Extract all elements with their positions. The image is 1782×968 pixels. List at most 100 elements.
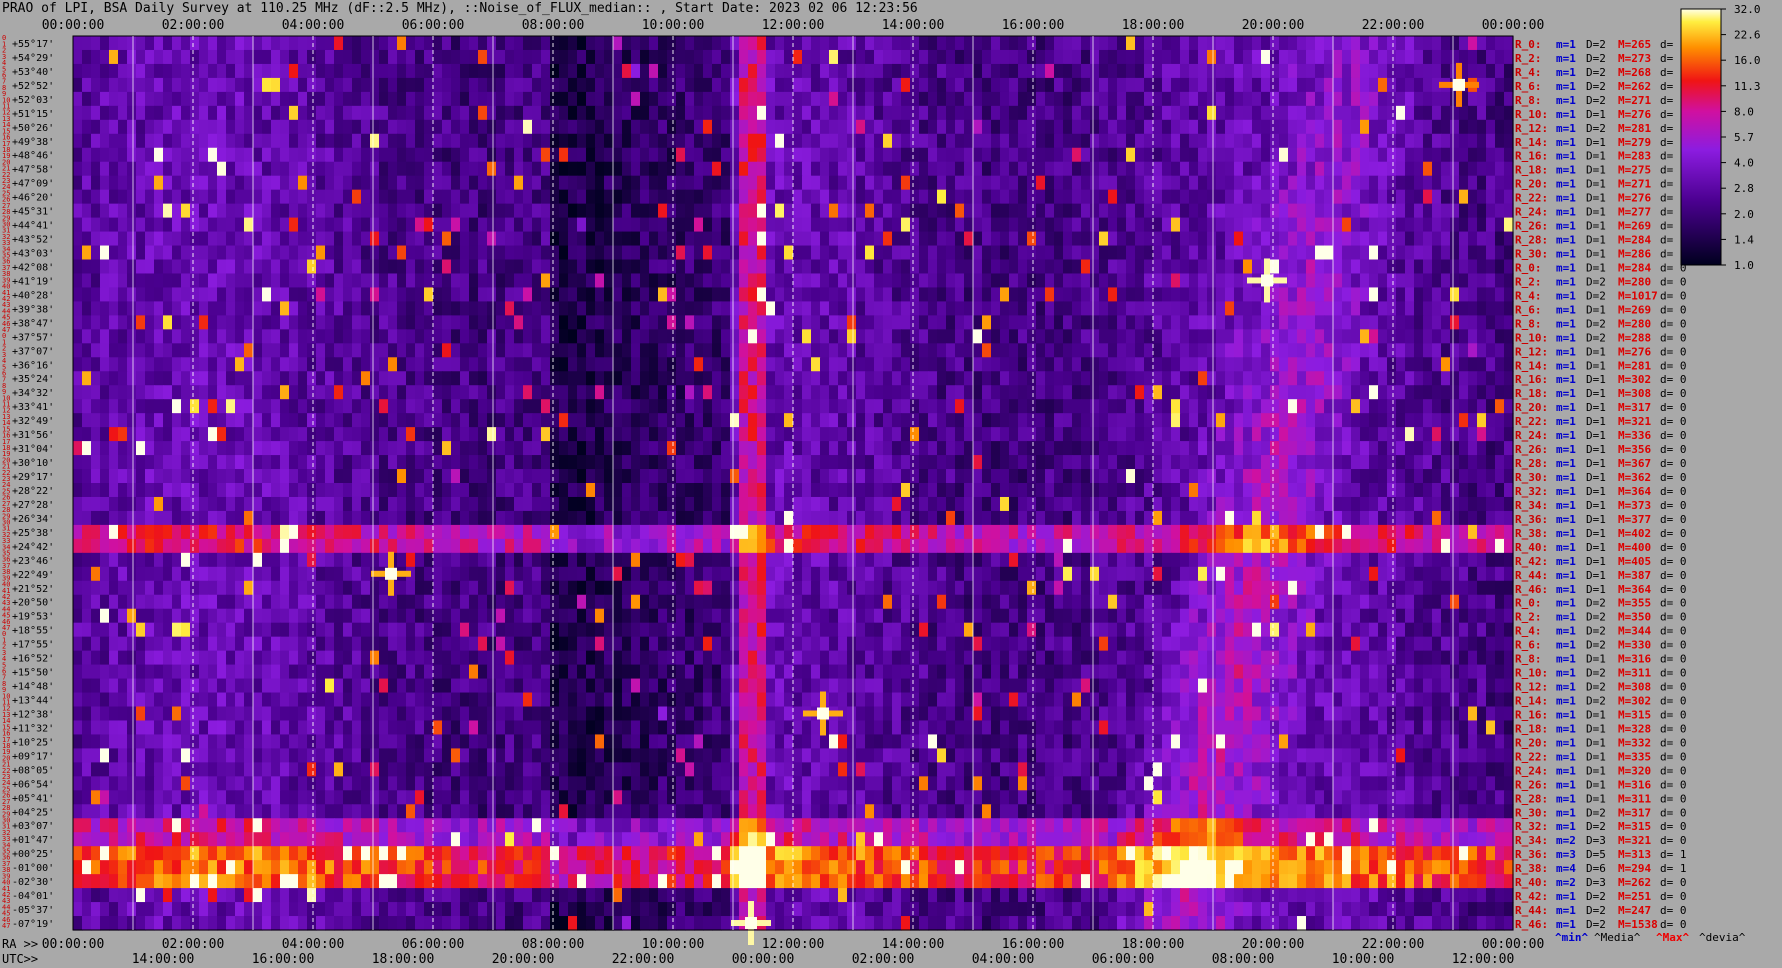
- heatmap-cell: [289, 245, 299, 261]
- heatmap-cell: [748, 189, 758, 205]
- heatmap-cell: [1081, 175, 1091, 191]
- heatmap-cell: [352, 413, 362, 428]
- heatmap-cell: [442, 245, 452, 261]
- heatmap-cell: [1207, 147, 1217, 163]
- heatmap-cell: [874, 91, 884, 107]
- heatmap-cell: [1252, 441, 1262, 456]
- heatmap-cell: [991, 315, 1001, 330]
- heatmap-cell: [1144, 343, 1154, 358]
- heatmap-cell: [586, 427, 596, 442]
- heatmap-cell: [1315, 105, 1325, 121]
- heatmap-cell: [649, 105, 659, 121]
- heatmap-cell: [172, 161, 182, 177]
- heatmap-cell: [424, 231, 434, 247]
- heatmap-cell: [1162, 441, 1172, 456]
- heatmap-cell: [1180, 301, 1190, 316]
- heatmap-cell: [631, 329, 641, 344]
- heatmap-cell: [1270, 329, 1280, 344]
- heatmap-cell: [82, 301, 92, 316]
- heatmap-cell: [847, 343, 857, 358]
- heatmap-cell: [910, 203, 920, 219]
- heatmap-cell: [478, 175, 488, 191]
- heatmap-cell: [748, 175, 758, 191]
- heatmap-cell: [910, 315, 920, 330]
- heatmap-cell: [712, 147, 722, 163]
- heatmap-cell: [604, 413, 614, 428]
- heatmap-cell: [784, 203, 794, 219]
- heatmap-cell: [163, 371, 173, 386]
- heatmap-cell: [1018, 161, 1028, 177]
- heatmap-cell: [1171, 357, 1181, 372]
- heatmap-cell: [523, 441, 533, 456]
- heatmap-cell: [658, 91, 668, 107]
- heatmap-cell: [928, 357, 938, 372]
- heatmap-cell: [316, 245, 326, 261]
- heatmap-cell: [1351, 203, 1361, 219]
- heatmap-cell: [649, 147, 659, 163]
- heatmap-cell: [946, 189, 956, 205]
- heatmap-cell: [568, 371, 578, 386]
- heatmap-cell: [1000, 119, 1010, 135]
- heatmap-cell: [73, 385, 83, 400]
- heatmap-cell: [1162, 119, 1172, 135]
- heatmap-cell: [1081, 329, 1091, 344]
- heatmap-cell: [1135, 301, 1145, 316]
- heatmap-cell: [739, 105, 749, 121]
- heatmap-cell: [1360, 385, 1370, 400]
- heatmap-cell: [586, 133, 596, 149]
- heatmap-cell: [1135, 343, 1145, 358]
- heatmap-cell: [334, 371, 344, 386]
- heatmap-cell: [964, 231, 974, 247]
- heatmap-cell: [766, 259, 776, 275]
- heatmap-cell: [595, 203, 605, 219]
- heatmap-cell: [433, 259, 443, 275]
- heatmap-cell: [1225, 287, 1235, 303]
- heatmap-cell: [892, 455, 902, 470]
- heatmap-cell: [1045, 287, 1055, 303]
- heatmap-cell: [721, 119, 731, 135]
- heatmap-cell: [532, 49, 542, 65]
- heatmap-cell: [388, 301, 398, 316]
- heatmap-cell: [1396, 203, 1406, 219]
- heatmap-cell: [208, 119, 218, 135]
- heatmap-cell: [136, 189, 146, 205]
- heatmap-cell: [712, 343, 722, 358]
- heatmap-cell: [199, 315, 209, 330]
- heatmap-cell: [586, 371, 596, 386]
- heatmap-cell: [235, 63, 245, 79]
- heatmap-cell: [298, 301, 308, 316]
- heatmap-cell: [1018, 217, 1028, 233]
- heatmap-cell: [1387, 273, 1397, 289]
- heatmap-cell: [766, 329, 776, 344]
- heatmap-cell: [658, 315, 668, 330]
- heatmap-cell: [82, 371, 92, 386]
- heatmap-cell: [1396, 105, 1406, 121]
- heatmap-cell: [1234, 329, 1244, 344]
- heatmap-cell: [271, 175, 281, 191]
- heatmap-cell: [658, 301, 668, 316]
- heatmap-cell: [280, 441, 290, 456]
- heatmap-cell: [1315, 119, 1325, 135]
- heatmap-cell: [1216, 203, 1226, 219]
- heatmap-cell: [424, 287, 434, 303]
- heatmap-cell: [262, 91, 272, 107]
- heatmap-cell: [784, 36, 794, 51]
- heatmap-cell: [325, 161, 335, 177]
- heatmap-cell: [514, 441, 524, 456]
- heatmap-cell: [1099, 189, 1109, 205]
- heatmap-cell: [1000, 329, 1010, 344]
- heatmap-cell: [235, 77, 245, 93]
- heatmap-cell: [1315, 259, 1325, 275]
- heatmap-cell: [127, 77, 137, 93]
- heatmap-cell: [469, 63, 479, 79]
- heatmap-cell: [1045, 329, 1055, 344]
- heatmap-cell: [163, 49, 173, 65]
- heatmap-cell: [433, 287, 443, 303]
- heatmap-cell: [1099, 91, 1109, 107]
- heatmap-cell: [550, 273, 560, 289]
- heatmap-cell: [1486, 245, 1496, 261]
- heatmap-cell: [181, 273, 191, 289]
- heatmap-cell: [865, 175, 875, 191]
- heatmap-cell: [226, 189, 236, 205]
- heatmap-cell: [235, 441, 245, 456]
